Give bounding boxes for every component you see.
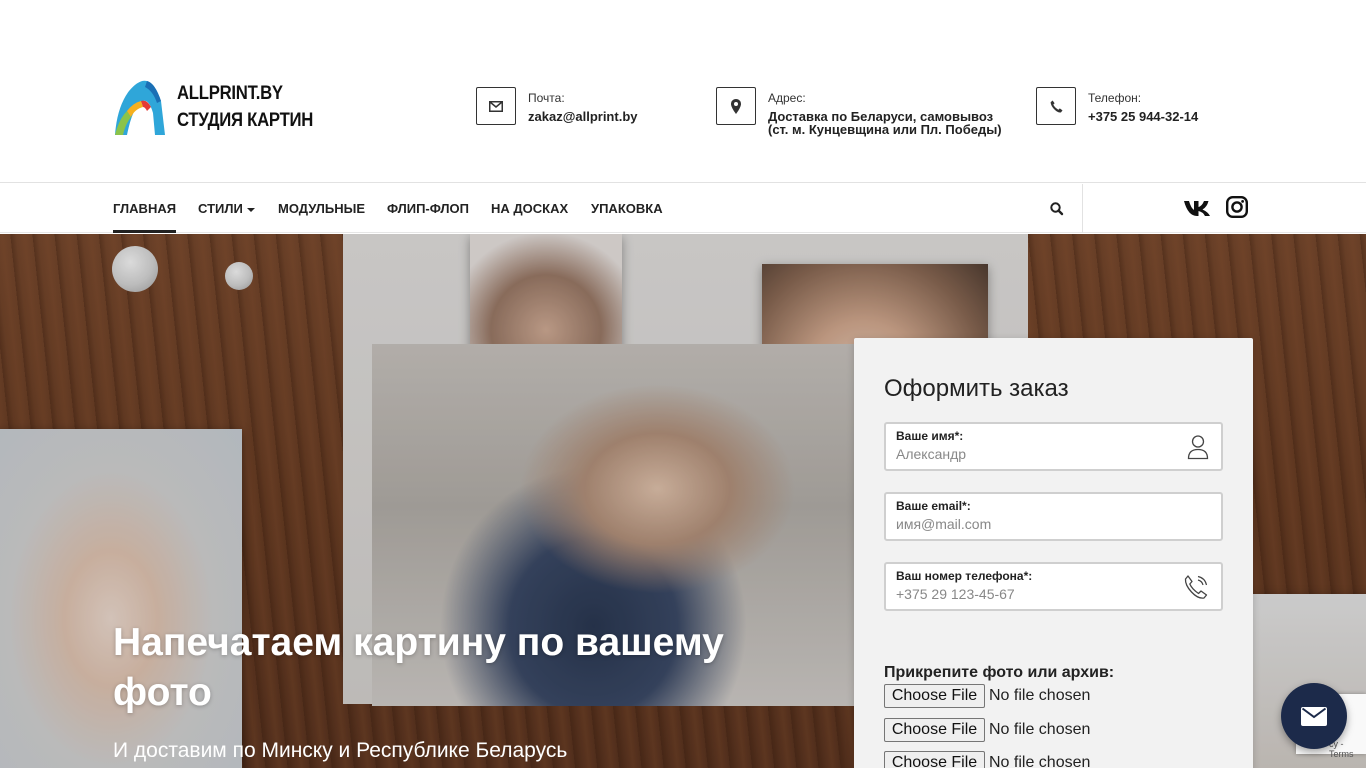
brand-logo[interactable]: ALLPRINT.BY СТУДИЯ КАРТИН (113, 77, 332, 137)
hero-section: Напечатаем картину по вашему фото И дост… (0, 234, 1366, 768)
logo-text: ALLPRINT.BY СТУДИЯ КАРТИН (177, 80, 313, 134)
name-input[interactable] (896, 446, 1166, 462)
contact-phone: Телефон: +375 25 944-32-14 (1036, 87, 1198, 125)
contact-address: Адрес: Доставка по Беларуси, самовывоз (… (716, 87, 1002, 136)
address-label: Адрес: (768, 91, 806, 105)
instagram-icon[interactable] (1226, 196, 1248, 218)
recaptcha-terms[interactable]: cy - Terms (1329, 739, 1366, 759)
nav-item-main[interactable]: ГЛАВНАЯ (113, 184, 177, 233)
user-icon (1187, 435, 1209, 460)
phone-field[interactable]: Ваш номер телефона*: (884, 562, 1223, 611)
email-field[interactable]: Ваше email*: (884, 492, 1223, 541)
caret-down-icon (246, 207, 255, 212)
phone-input[interactable] (896, 586, 1166, 602)
choose-file-button[interactable]: Choose File (884, 718, 985, 742)
hero-subtitle: И доставим по Минску и Республике Белару… (113, 739, 568, 762)
mail-label: Почта: (528, 91, 565, 105)
nav-item-flip-flop[interactable]: ФЛИП-ФЛОП (387, 184, 469, 233)
phone-value[interactable]: +375 25 944-32-14 (1088, 110, 1198, 123)
file-status: No file chosen (989, 721, 1091, 738)
contact-fab-button[interactable] (1281, 683, 1347, 749)
map-marker-icon (731, 98, 741, 114)
logo-line-1: ALLPRINT.BY (177, 83, 283, 104)
file-input-2[interactable]: Choose File No file chosen (884, 718, 1090, 742)
phone-icon (1050, 100, 1062, 112)
name-field[interactable]: Ваше имя*: (884, 422, 1223, 471)
choose-file-button[interactable]: Choose File (884, 684, 985, 708)
mail-value[interactable]: zakaz@allprint.by (528, 110, 637, 123)
envelope-icon-box (476, 87, 516, 125)
nav-item-packaging[interactable]: УПАКОВКА (591, 184, 663, 233)
file-status: No file chosen (989, 754, 1091, 768)
logo-mark-icon (115, 80, 165, 135)
site-header: ALLPRINT.BY СТУДИЯ КАРТИН Почта: zakaz@a… (0, 0, 1366, 183)
email-field-label: Ваше email*: (896, 499, 971, 513)
nav-divider (1082, 184, 1083, 233)
phone-call-icon (1184, 575, 1208, 599)
phone-label: Телефон: (1088, 91, 1142, 105)
phone-field-label: Ваш номер телефона*: (896, 569, 1033, 583)
address-value-line-2: (ст. м. Кунцевщина или Пл. Победы) (768, 122, 1002, 137)
nav-item-styles[interactable]: СТИЛИ (198, 184, 255, 233)
file-input-3[interactable]: Choose File No file chosen (884, 751, 1090, 768)
file-status: No file chosen (989, 687, 1091, 704)
choose-file-button[interactable]: Choose File (884, 751, 985, 768)
name-field-label: Ваше имя*: (896, 429, 964, 443)
logo-line-2: СТУДИЯ КАРТИН (177, 110, 314, 131)
attach-label: Прикрепите фото или архив: (884, 664, 1115, 681)
nav-item-styles-label: СТИЛИ (198, 201, 243, 216)
vk-icon[interactable] (1183, 196, 1213, 218)
main-nav: ГЛАВНАЯ СТИЛИ МОДУЛЬНЫЕ ФЛИП-ФЛОП НА ДОС… (0, 184, 1366, 233)
nav-item-on-boards[interactable]: НА ДОСКАХ (491, 184, 568, 233)
map-marker-icon-box (716, 87, 756, 125)
search-icon[interactable] (1048, 200, 1066, 218)
phone-icon-box (1036, 87, 1076, 125)
file-input-1[interactable]: Choose File No file chosen (884, 684, 1090, 708)
envelope-icon (1301, 706, 1327, 726)
hero-title: Напечатаем картину по вашему фото (113, 621, 724, 714)
contact-mail: Почта: zakaz@allprint.by (476, 87, 637, 125)
email-input[interactable] (896, 516, 1166, 532)
envelope-icon (489, 100, 503, 112)
order-form-title: Оформить заказ (884, 375, 1069, 402)
nav-item-modular[interactable]: МОДУЛЬНЫЕ (278, 184, 365, 233)
